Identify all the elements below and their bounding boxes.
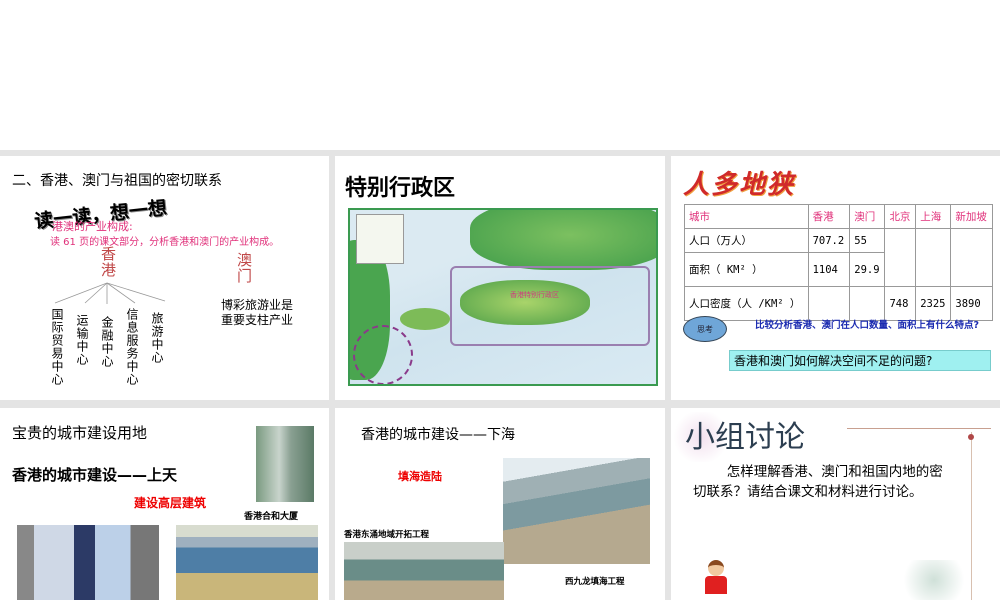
question-2: 香港和澳门如何解决空间不足的问题?: [729, 350, 991, 371]
slide-2[interactable]: 特别行政区 香港特别行政区: [335, 156, 665, 400]
slide-6[interactable]: 小组讨论 怎样理解香港、澳门和祖国内地的密切联系？请结合课文和材料进行讨论。: [671, 408, 1000, 600]
cell: 1104: [807, 252, 851, 287]
slide-1[interactable]: 二、香港、澳门与祖国的密切联系 读一读，想一想 港澳的产业构成: 读 61 页的…: [0, 156, 329, 400]
cell: [950, 228, 993, 287]
slide-5[interactable]: 香港的城市建设——下海 填海造陆 香港东涌地域开拓工程 西九龙填海工程: [335, 408, 665, 600]
industry-item: 金融中心: [100, 316, 114, 368]
west-kowloon-image: [503, 458, 650, 564]
header-cell: 澳门: [849, 204, 886, 229]
slide-title: 人多地狭: [683, 170, 796, 200]
caption: 香港合和大厦: [244, 512, 299, 522]
slide-sorter: 二、香港、澳门与祖国的密切联系 读一读，想一想 港澳的产业构成: 读 61 页的…: [0, 150, 1000, 600]
cell: 707.2: [807, 228, 851, 253]
header-cell: 北京: [884, 204, 917, 229]
hk-industries: 国际贸易中心 运输中心 金融中心 信息服务中心 旅游中心: [50, 308, 164, 386]
header-cell: 城市: [684, 204, 809, 229]
header-cell: 香港: [807, 204, 851, 229]
cell: 面积（ KM² ）: [684, 252, 809, 287]
divider: [847, 428, 991, 429]
blank-top-area: [0, 0, 1000, 150]
tree-image: [899, 560, 969, 600]
cell: [807, 286, 851, 321]
header-cell: 上海: [915, 204, 952, 229]
cell: 2325: [915, 286, 952, 321]
cartoon-boy-icon: [705, 560, 727, 600]
cell: 748: [884, 286, 917, 321]
subtitle: 香港的城市建设——上天: [12, 466, 178, 484]
cell: [915, 228, 952, 287]
cell: 3890: [950, 286, 993, 321]
table-header-row: 城市 香港 澳门 北京 上海 新加坡: [684, 204, 993, 229]
tung-chung-image: [344, 542, 504, 600]
slide-title: 香港的城市建设——下海: [361, 427, 515, 443]
cell: [884, 228, 917, 287]
industry-item: 运输中心: [75, 314, 89, 366]
divider: [971, 432, 972, 600]
hk-map-image: 香港特别行政区: [348, 208, 658, 386]
cell: 人口（万人）: [684, 228, 809, 253]
slide-4[interactable]: 宝贵的城市建设用地 香港的城市建设——上天 建设高层建筑 香港合和大厦: [0, 408, 329, 600]
dot-decoration: [968, 434, 974, 440]
slide-title: 宝贵的城市建设用地: [12, 424, 148, 442]
red-note: 建设高层建筑: [134, 496, 207, 510]
industry-item: 信息服务中心: [125, 308, 139, 386]
macau-text: 博彩旅游业是重要支柱产业: [221, 298, 294, 327]
red-note: 填海造陆: [398, 470, 442, 483]
caption-1: 香港东涌地域开拓工程: [344, 530, 430, 540]
thought-cloud-icon: 思考: [683, 316, 727, 342]
table-row: 人口（万人） 707.2 55: [684, 228, 993, 287]
hopewell-centre-image: [256, 426, 314, 502]
industry-item: 国际贸易中心: [50, 308, 64, 386]
slide-title: 特别行政区: [345, 176, 456, 201]
slide-title: 小组讨论: [685, 420, 805, 455]
industry-item: 旅游中心: [150, 312, 164, 364]
map-label: 香港特别行政区: [510, 291, 559, 299]
cell: [849, 286, 886, 321]
harbour-image: [176, 525, 318, 600]
discussion-text: 怎样理解香港、澳门和祖国内地的密切联系？请结合课文和材料进行讨论。: [693, 464, 943, 500]
slide-3[interactable]: 人多地狭 城市 香港 澳门 北京 上海 新加坡 人口（万人） 707.2 55 …: [671, 156, 1000, 400]
caption-2: 西九龙填海工程: [565, 577, 625, 587]
header-cell: 新加坡: [950, 204, 993, 229]
cell: 55: [849, 228, 886, 253]
skyscrapers-image: [17, 525, 159, 600]
cell: 29.9: [849, 252, 886, 287]
population-table: 城市 香港 澳门 北京 上海 新加坡 人口（万人） 707.2 55 面积（ K…: [684, 204, 993, 321]
question-1: 比较分析香港、澳门在人口数量、面积上有什么特点?: [755, 320, 980, 331]
table-row: 人口密度（人 /KM² ） 748 2325 3890: [684, 286, 993, 321]
